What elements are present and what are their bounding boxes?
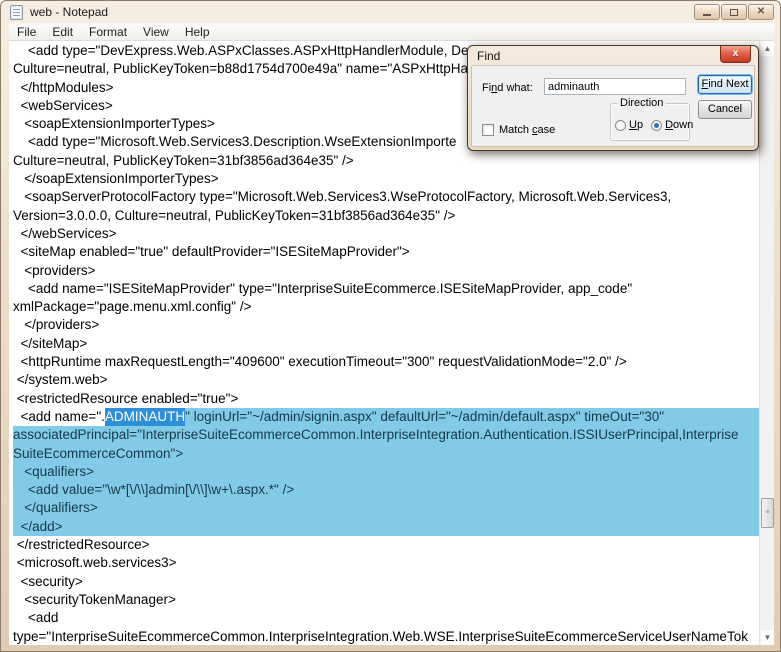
window-title: web - Notepad [30,5,109,19]
notepad-icon [10,5,23,20]
text-line: <restrictedResource enabled="true"> [13,390,239,406]
maximize-button[interactable] [721,4,747,20]
text-line: <add name=". ADMINAUTH " loginUrl="~/admin… [13,407,759,427]
menu-item-edit[interactable]: Edit [44,23,81,41]
scroll-up-icon[interactable]: ▲ [761,41,774,56]
maximize-icon [730,8,738,16]
text-line: <add name="ISESiteMapProvider" type="Int… [13,280,633,296]
text-line: <httpRuntime maxRequestLength="409600" e… [13,354,627,370]
match-case-checkbox[interactable] [482,124,494,136]
text-line: </add> [13,517,759,537]
minimize-icon [703,14,711,16]
notepad-window: web - Notepad ✕ File Edit Format View Help <… [0,0,781,652]
menu-item-view[interactable]: View [135,23,177,41]
text-line: <microsoft.web.services3> [13,555,177,571]
direction-down-label: Down [665,119,694,131]
text-line: <providers> [13,262,96,278]
close-button[interactable]: ✕ [748,4,774,20]
direction-down-radio[interactable] [651,119,663,131]
text-line: type="InterpriseSuiteEcommerceCommon.Int… [13,628,748,644]
text-line: <securityTokenManager> [13,591,176,607]
cancel-button[interactable]: Cancel [698,100,752,119]
find-dialog-title: Find [477,49,501,63]
menu-item-help[interactable]: Help [177,23,218,41]
text-line: </webServices> [13,225,117,241]
direction-up-radio[interactable] [615,119,626,131]
direction-label: Direction [617,97,667,109]
text-line: <add value="\w*[\/\\]admin[\/\\]\w+\.asp… [13,481,759,500]
text-line: associatedPrincipal="InterpriseSuiteEcom… [13,426,759,445]
find-next-button[interactable]: Find Next [698,75,752,94]
text-line: SuiteEcommerceCommon"> [13,444,759,463]
text-line: </restrictedResource> [13,537,150,553]
minimize-button[interactable] [694,4,720,20]
text-line: <security> [13,573,83,589]
menu-item-format[interactable]: Format [81,23,135,41]
direction-up-label: Up [629,119,644,131]
match-case-label: Match case [499,124,556,136]
find-dialog-close-icon[interactable]: x [720,46,751,63]
scroll-down-icon[interactable]: ▼ [761,630,774,645]
text-line: </soapExtensionImporterTypes> [13,171,219,187]
text-line: <add [13,610,59,626]
close-icon: ✕ [756,6,766,17]
find-what-input[interactable] [544,78,686,95]
text-line: xmlPackage="page.menu.xml.config" /> [13,299,252,315]
text-line: <qualifiers> [13,462,759,482]
text-line: Culture=neutral, PublicKeyToken=31bf3856… [13,152,354,168]
text-line: </siteMap> [13,335,88,351]
text-line: <soapServerProtocolFactory type="Microso… [13,189,672,205]
text-line: </providers> [13,317,100,333]
text-line: </system.web> [13,372,108,388]
find-dialog-body: Find what: Find Next Cancel Direction Up… [471,65,755,147]
title-bar[interactable]: web - Notepad ✕ [1,1,780,23]
find-dialog: Find x Find what: Find Next Cancel Direc… [467,45,759,151]
scrollbar-thumb[interactable]: ≡ [761,498,774,528]
find-what-label: Find what: [482,82,533,94]
vertical-scrollbar[interactable]: ▲ ≡ ▼ [759,41,774,645]
menu-bar: File Edit Format View Help [9,23,774,41]
text-line: <siteMap enabled="true" defaultProvider=… [13,244,410,260]
menu-item-file[interactable]: File [9,23,44,41]
direction-group: Direction Up Down [610,97,694,141]
text-line: Version=3.0.0.0, Culture=neutral, Public… [13,207,456,223]
text-line: </qualifiers> [13,499,759,518]
